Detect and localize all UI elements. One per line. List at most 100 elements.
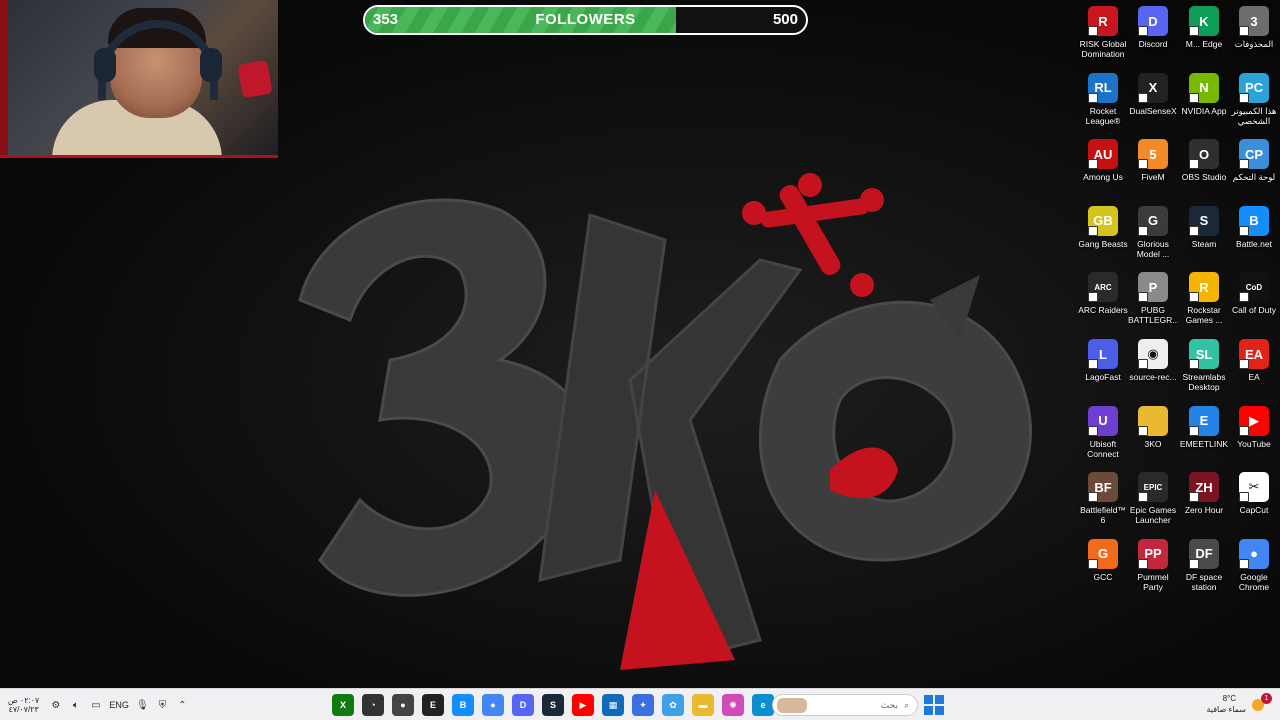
desktop-icon[interactable]: ZH Zero Hour: [1179, 470, 1229, 534]
copilot-icon[interactable]: ✦: [632, 694, 654, 716]
streamlabs-icon: SL: [1189, 339, 1219, 369]
display-icon[interactable]: ▭: [89, 699, 102, 712]
recorder-icon[interactable]: ●: [392, 694, 414, 716]
zero-hour-icon: ZH: [1189, 472, 1219, 503]
volume-icon[interactable]: 🔈︎: [69, 699, 82, 712]
desktop-icon[interactable]: S Steam: [1179, 204, 1229, 268]
followers-goal: 500: [772, 11, 798, 28]
chrome-icon: ●: [1239, 538, 1269, 569]
discord-taskbar-icon[interactable]: D: [512, 694, 534, 716]
desktop-icon[interactable]: 3 المحذوفات: [1229, 4, 1279, 68]
desktop-icon[interactable]: G Glorious Model ...: [1128, 204, 1178, 268]
weather-widget[interactable]: 8°C سماء صافية 1: [1200, 691, 1272, 719]
desktop-icon[interactable]: ◉ source-rec...: [1128, 337, 1178, 401]
chrome-taskbar-icon[interactable]: ●: [482, 694, 504, 716]
desktop-icon[interactable]: B Battle.net: [1229, 204, 1279, 268]
desktop-icon[interactable]: EA EA: [1229, 337, 1279, 401]
obs-icon: O: [1189, 139, 1219, 170]
language-indicator[interactable]: ENG: [109, 700, 129, 710]
desktop-icon-label: Zero Hour: [1184, 505, 1224, 516]
epic-games-icon: EPIC: [1138, 472, 1168, 503]
desktop-icon[interactable]: CP لوحة التحكم: [1229, 137, 1279, 201]
desktop-icon-label: المحذوفات: [1234, 39, 1274, 49]
desktop-icon-label: 3KO: [1144, 438, 1162, 449]
desktop-icon-label: Pummel Party: [1137, 571, 1169, 592]
security-icon[interactable]: ⛨: [156, 699, 169, 712]
desktop-icon[interactable]: R RISK Global Domination: [1078, 4, 1128, 68]
desktop-icon-label: Google Chrome: [1238, 571, 1270, 592]
desktop-icon[interactable]: P PUBG BATTLEGR...: [1128, 270, 1178, 334]
desktop-icon-label: Gang Beasts: [1078, 238, 1128, 249]
windows-start-button[interactable]: [924, 695, 944, 715]
speedometer-icon[interactable]: ◔: [362, 694, 384, 716]
store-icon[interactable]: ▦: [602, 694, 624, 716]
desktop-icon[interactable]: N NVIDIA App: [1179, 71, 1229, 135]
edge-taskbar-icon[interactable]: e: [752, 694, 774, 716]
xbox-icon[interactable]: X: [332, 694, 354, 716]
desktop-icon[interactable]: PC هذا الكمبيوتر الشخصي: [1229, 71, 1279, 135]
desktop-icon[interactable]: U Ubisoft Connect: [1078, 404, 1128, 468]
webcam-frame-accent: [0, 0, 8, 155]
desktop-icon[interactable]: X DualSenseX: [1128, 71, 1178, 135]
steam-taskbar-icon[interactable]: S: [542, 694, 564, 716]
desktop-icon[interactable]: D Discord: [1128, 4, 1178, 68]
desktop-icon-label: EMEETLINK: [1179, 438, 1229, 449]
microphone-icon[interactable]: 🎙︎: [136, 699, 149, 712]
headset-earcup-right: [200, 48, 222, 82]
desktop-icon[interactable]: L LagoFast: [1078, 337, 1128, 401]
rockstar-icon: R: [1189, 272, 1219, 303]
followers-current: 353: [373, 11, 399, 28]
desktop-icon-label: EA: [1248, 372, 1260, 382]
desktop-icon-label: Epic Games Launcher: [1129, 505, 1177, 526]
desktop-icon[interactable]: ✂ CapCut: [1229, 470, 1279, 534]
desktop-icon[interactable]: SL Streamlabs Desktop: [1179, 337, 1229, 401]
desktop-icon-label: GCC: [1093, 571, 1113, 582]
gcc-icon: G: [1088, 538, 1118, 569]
desktop-icon-label: Rockstar Games ...: [1185, 305, 1223, 326]
desktop-icon[interactable]: DF DF space station: [1179, 537, 1229, 601]
source-record-icon: ◉: [1138, 339, 1168, 369]
desktop-icon[interactable]: 3KO: [1128, 404, 1178, 468]
desktop-icon-label: Battle.net: [1236, 238, 1272, 249]
desktop-icon-label: DF space station: [1185, 571, 1223, 592]
desktop-icon-label: FiveM: [1141, 172, 1165, 183]
desktop-icon-label: M... Edge: [1185, 39, 1223, 49]
desktop-icon[interactable]: 5 FiveM: [1128, 137, 1178, 201]
youtube-taskbar-icon[interactable]: ▶: [572, 694, 594, 716]
discord-icon: D: [1138, 6, 1168, 36]
desktop-icon-label: RISK Global Domination: [1079, 39, 1127, 59]
desktop-icon-label: Steam: [1191, 238, 1217, 249]
desktop-icon[interactable]: ▶ YouTube: [1229, 404, 1279, 468]
desktop-icon[interactable]: GB Gang Beasts: [1078, 204, 1128, 268]
desktop-icon[interactable]: O OBS Studio: [1179, 137, 1229, 201]
desktop-icon[interactable]: E EMEETLINK: [1179, 404, 1229, 468]
battlenet-taskbar-icon[interactable]: B: [452, 694, 474, 716]
desktop-icon[interactable]: ● Google Chrome: [1229, 537, 1279, 601]
desktop-icon-label: Call of Duty: [1232, 305, 1276, 316]
desktop-icon[interactable]: G GCC: [1078, 537, 1128, 601]
settings-icon[interactable]: ⚙: [49, 699, 62, 712]
desktop-icon[interactable]: RL Rocket League®: [1078, 71, 1128, 135]
desktop-icon[interactable]: R Rockstar Games ...: [1179, 270, 1229, 334]
rocket-league-icon: RL: [1088, 72, 1118, 103]
fivem-icon: 5: [1138, 139, 1168, 170]
taskbar-clock[interactable]: ٠٢:٠٧ ص ٤٧/٠٧/٢٣: [8, 696, 39, 714]
photos-icon[interactable]: ✿: [662, 694, 684, 716]
desktop-icon[interactable]: ARC ARC Raiders: [1078, 270, 1128, 334]
clock-date: ٤٧/٠٧/٢٣: [8, 705, 39, 714]
desktop-icon[interactable]: BF Battlefield™ 6: [1078, 470, 1128, 534]
desktop-icon[interactable]: PP Pummel Party: [1128, 537, 1178, 601]
epic-taskbar-icon[interactable]: E: [422, 694, 444, 716]
pinwheel-icon[interactable]: ✺: [722, 694, 744, 716]
nvidia-icon: N: [1189, 72, 1219, 103]
desktop-icon[interactable]: K M... Edge: [1179, 4, 1229, 68]
file-explorer-icon[interactable]: ▬: [692, 694, 714, 716]
ubisoft-icon: U: [1088, 405, 1118, 436]
desktop-icon[interactable]: CoD Call of Duty: [1229, 270, 1279, 334]
desktop-icon[interactable]: EPIC Epic Games Launcher: [1128, 470, 1178, 534]
taskbar-search-box[interactable]: بحث ⌕: [772, 694, 918, 716]
search-icon: ⌕: [903, 699, 909, 710]
notification-badge[interactable]: 1: [1261, 693, 1272, 704]
desktop-icon[interactable]: AU Among Us: [1078, 137, 1128, 201]
chevron-up-icon[interactable]: ⌃: [176, 699, 189, 712]
